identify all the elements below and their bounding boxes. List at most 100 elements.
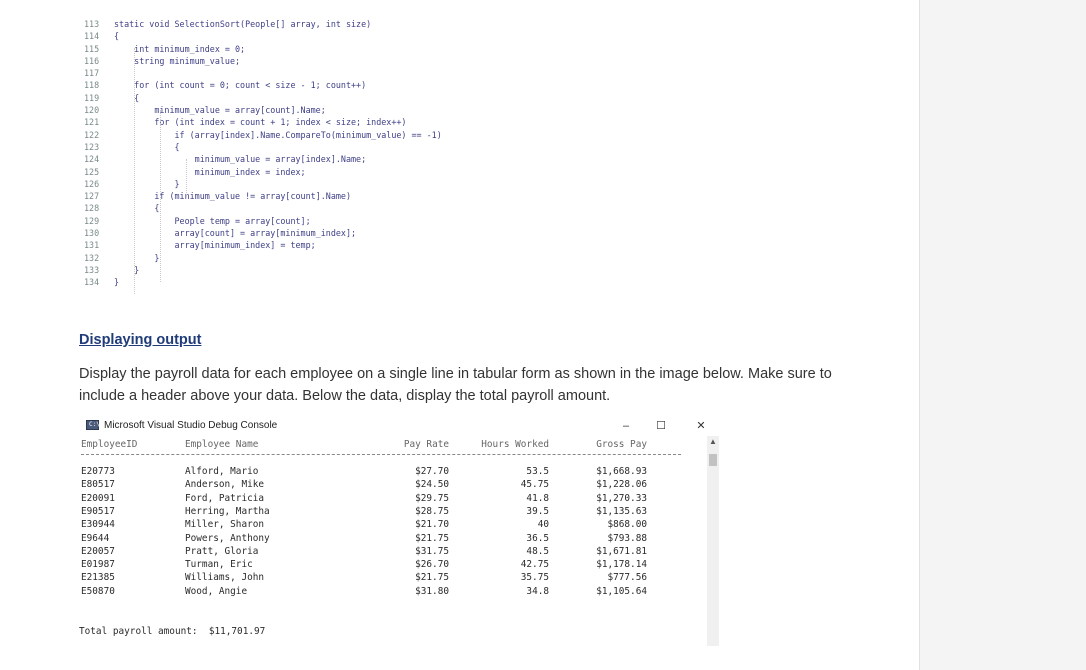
- employee-name-cell: Pratt, Gloria: [185, 545, 259, 557]
- gross-pay-cell: $868.00: [607, 519, 647, 531]
- console-app-icon: C:\: [86, 420, 100, 430]
- employee-name-cell: Herring, Martha: [185, 505, 270, 517]
- code-line: 134}: [84, 276, 464, 288]
- employee-name-cell: Turman, Eric: [185, 559, 253, 571]
- code-text: static void SelectionSort(People[] array…: [114, 19, 372, 29]
- code-text: for (int index = count + 1; index < size…: [114, 117, 407, 128]
- hours-worked-cell: 41.8: [526, 492, 549, 504]
- scroll-up-icon[interactable]: ▲: [709, 438, 717, 446]
- line-number: 113: [84, 19, 100, 29]
- line-number: 122: [84, 129, 100, 140]
- hours-worked-cell: 40: [537, 519, 549, 531]
- section-paragraph: Display the payroll data for each employ…: [79, 366, 832, 404]
- hours-worked-cell: 42.75: [520, 559, 549, 571]
- line-number: 129: [84, 215, 100, 226]
- gross-pay-cell: $1,270.33: [596, 492, 647, 504]
- code-text: if (minimum_value != array[count].Name): [114, 191, 351, 202]
- pay-rate-cell: $21.75: [415, 532, 449, 544]
- line-number: 117: [84, 68, 100, 79]
- pay-rate-cell: $28.75: [415, 505, 449, 517]
- gross-pay-cell: $1,668.93: [596, 466, 647, 477]
- line-number: 132: [84, 252, 100, 263]
- line-number: 126: [84, 178, 100, 189]
- gross-pay-cell: $1,178.14: [596, 559, 647, 571]
- code-lines: 113 static void SelectionSort(People[] ar…: [84, 18, 464, 289]
- code-text: {: [114, 92, 140, 103]
- code-line: 120 minimum_value = array[count].Name;: [84, 104, 464, 116]
- code-text: {: [114, 141, 180, 152]
- line-number: 134: [84, 277, 100, 288]
- total-payroll-label: Total payroll amount:: [79, 626, 198, 637]
- console-titlebar[interactable]: C:\ Microsoft Visual Studio Debug Consol…: [79, 416, 719, 436]
- code-block: 113 static void SelectionSort(People[] ar…: [84, 18, 464, 294]
- code-text: if (array[index].Name.CompareTo(minimum_…: [114, 129, 442, 140]
- code-text: minimum_value = array[index].Name;: [114, 154, 367, 165]
- code-text: People temp = array[count];: [114, 215, 311, 226]
- code-line: 125 minimum_index = index;: [84, 166, 464, 178]
- header-divider: [81, 454, 681, 455]
- pay-rate-cell: $26.70: [415, 559, 449, 571]
- code-line: 121 for (int index = count + 1; index < …: [84, 116, 464, 128]
- gross-pay-cell: $1,135.63: [596, 505, 647, 517]
- employee-id-cell: E50870: [81, 585, 115, 597]
- code-text: array[minimum_index] = temp;: [114, 240, 316, 251]
- line-number: 130: [84, 228, 100, 239]
- gross-pay-cell: $1,105.64: [596, 585, 647, 597]
- gross-pay-cell: $1,228.06: [596, 479, 647, 491]
- code-line: 115 int minimum_index = 0;: [84, 43, 464, 55]
- employee-name-cell: Alford, Mario: [185, 466, 259, 477]
- close-button[interactable]: ✕: [692, 418, 710, 434]
- code-line: 118 for (int count = 0; count < size - 1…: [84, 79, 464, 91]
- code-line: 130 array[count] = array[minimum_index];: [84, 227, 464, 239]
- indent-guide: [160, 233, 161, 280]
- line-number: 124: [84, 154, 100, 165]
- console-scrollbar[interactable]: ▲: [707, 436, 719, 646]
- maximize-button[interactable]: ☐: [652, 418, 670, 434]
- line-number: 125: [84, 166, 100, 177]
- code-text: string minimum_value;: [114, 55, 241, 66]
- employee-id-cell: E20773: [81, 466, 115, 477]
- hours-worked-cell: 39.5: [526, 505, 549, 517]
- code-line: 129 People temp = array[count];: [84, 215, 464, 227]
- header-hours-worked: Hours Worked: [481, 439, 549, 450]
- employee-name-cell: Ford, Patricia: [185, 492, 265, 504]
- line-number: 114: [84, 31, 100, 42]
- pay-rate-cell: $31.80: [415, 585, 449, 597]
- code-text: array[count] = array[minimum_index];: [114, 228, 357, 239]
- code-text: minimum_value = array[count].Name;: [114, 105, 326, 116]
- code-line: 126 }: [84, 178, 464, 190]
- employee-id-cell: E20057: [81, 545, 115, 557]
- code-text: }: [114, 178, 180, 189]
- line-number: 116: [84, 55, 100, 66]
- indent-guide: [134, 48, 135, 294]
- line-number: 128: [84, 203, 100, 214]
- code-line: 124 minimum_value = array[index].Name;: [84, 153, 464, 165]
- header-pay-rate: Pay Rate: [403, 439, 449, 450]
- minimize-button[interactable]: –: [617, 418, 635, 434]
- code-text: for (int count = 0; count < size - 1; co…: [114, 80, 367, 91]
- code-line: 116 string minimum_value;: [84, 55, 464, 67]
- employee-name-cell: Miller, Sharon: [185, 519, 265, 531]
- code-line: 131 array[minimum_index] = temp;: [84, 239, 464, 251]
- code-line: 122 if (array[index].Name.CompareTo(mini…: [84, 129, 464, 141]
- console-output: EmployeeID Employee Name Pay Rate Hours …: [79, 436, 707, 646]
- section-heading: Displaying output: [79, 332, 202, 348]
- hours-worked-cell: 45.75: [520, 479, 549, 491]
- hours-worked-cell: 53.5: [526, 466, 549, 477]
- pay-rate-cell: $21.70: [415, 519, 449, 531]
- console-title: Microsoft Visual Studio Debug Console: [104, 420, 278, 431]
- employee-id-cell: E20091: [81, 492, 115, 504]
- total-payroll-line: Total payroll amount: $11,701.97: [79, 626, 265, 638]
- line-number: 120: [84, 105, 100, 116]
- hours-worked-cell: 35.75: [520, 572, 549, 584]
- code-line: 127 if (minimum_value != array[count].Na…: [84, 190, 464, 202]
- code-line: 117: [84, 67, 464, 79]
- code-line: 119 {: [84, 92, 464, 104]
- employee-name-cell: Williams, John: [185, 572, 265, 584]
- scroll-thumb[interactable]: [709, 454, 717, 466]
- employee-id-cell: E01987: [81, 559, 115, 571]
- code-text: minimum_index = index;: [114, 166, 306, 177]
- pay-rate-cell: $21.75: [415, 572, 449, 584]
- hours-worked-cell: 36.5: [526, 532, 549, 544]
- line-number: 118: [84, 80, 100, 91]
